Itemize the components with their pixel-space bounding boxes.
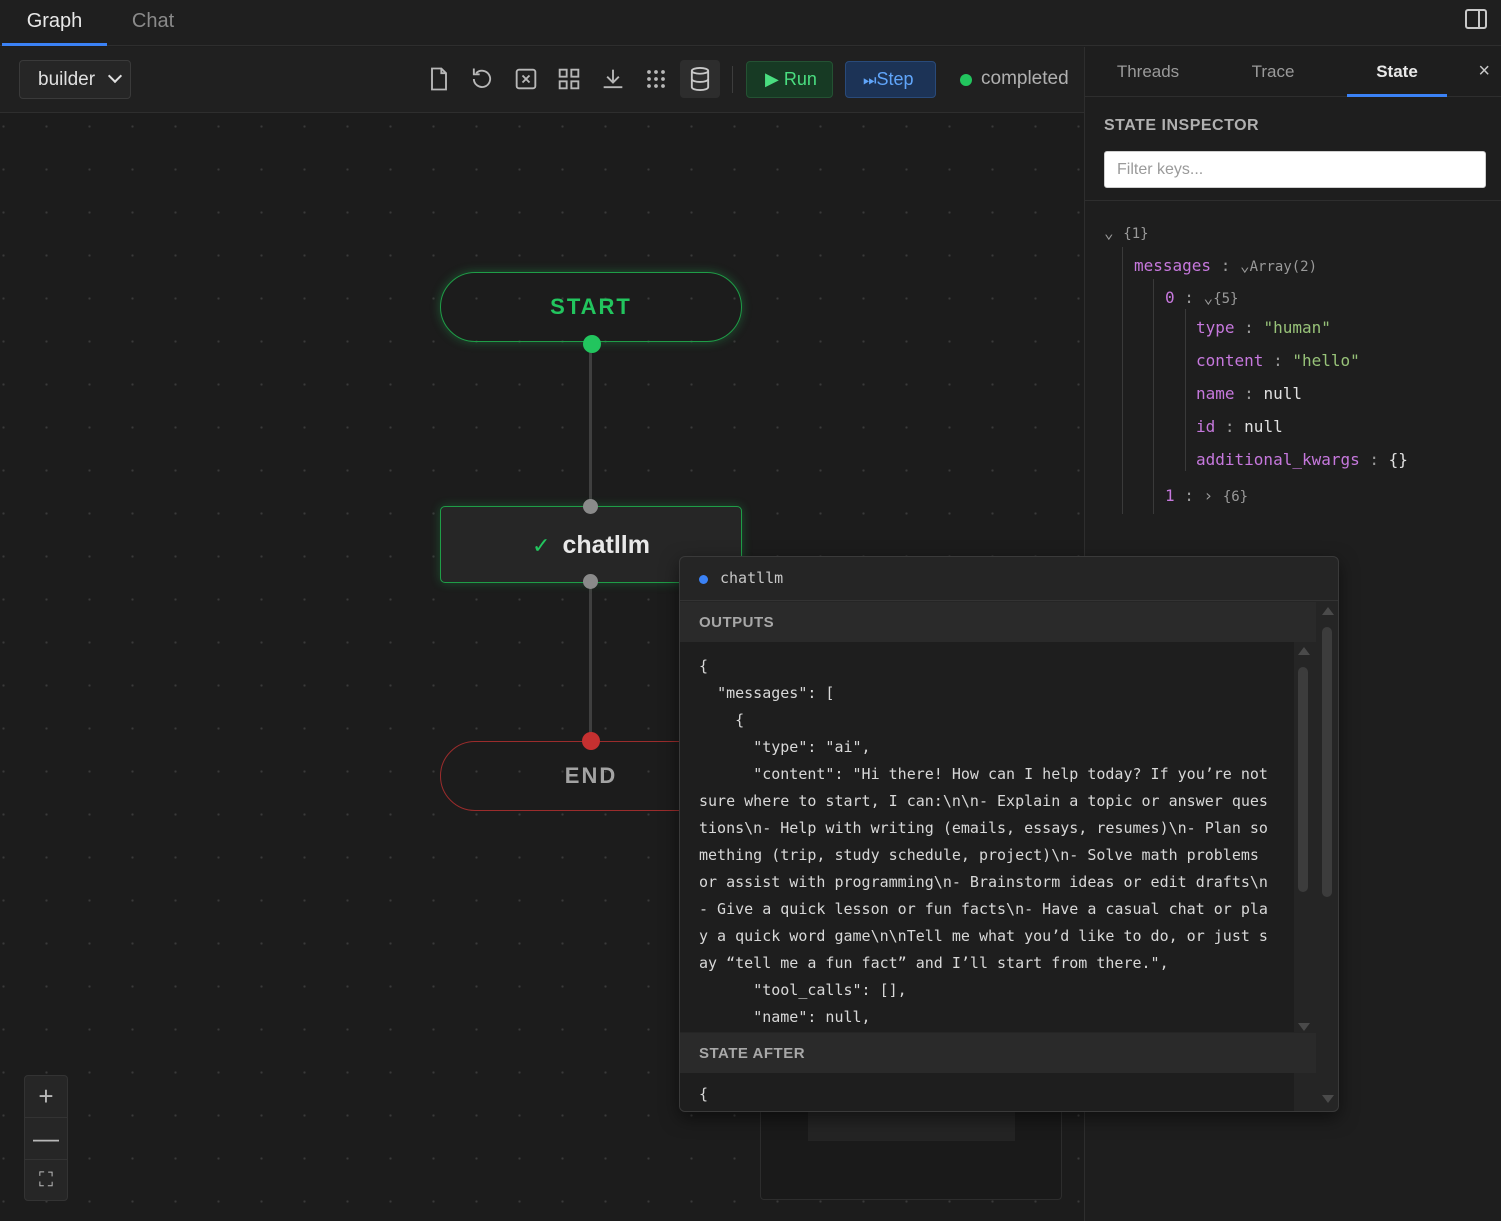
fit-view-button[interactable]: ⛶ [25,1160,67,1202]
popup-title: chatllm [720,569,784,587]
node-chatllm-label: chatllm [562,531,650,559]
zoom-in-button[interactable]: + [25,1076,67,1118]
check-icon: ✓ [532,533,551,558]
chevron-right-icon: › [1203,486,1214,505]
step-icon: ⏭ [863,72,877,89]
popup-header: chatllm [680,557,1338,601]
tab-threads[interactable]: Threads [1085,47,1211,97]
toolbar-divider [732,66,733,93]
divider [1085,200,1501,201]
tab-chat[interactable]: Chat [107,0,199,46]
clear-icon[interactable] [512,65,540,93]
tree-field: type : "human" [1196,318,1331,337]
outputs-heading: OUTPUTS [680,602,1316,642]
chevron-down-icon: ⌄ [1203,288,1214,307]
tab-trace[interactable]: Trace [1211,47,1335,97]
close-icon[interactable]: × [1478,60,1490,83]
state-inspector-title: STATE INSPECTOR [1104,117,1260,134]
tree-item-1[interactable]: 1 : › {6} [1165,486,1248,505]
filter-keys-input[interactable] [1104,151,1486,188]
tree-root[interactable]: ⌄ {1} [1104,223,1149,242]
node-start[interactable]: START [440,272,742,342]
graph-select-value: builder [38,69,96,90]
chatllm-output-handle[interactable] [583,574,598,589]
scroll-up-icon[interactable] [1298,647,1310,655]
step-label: Step [876,69,914,89]
scroll-down-icon[interactable] [1298,1023,1310,1031]
outputs-json: { "messages": [ { "type": "ai", "content… [699,657,1268,1026]
download-icon[interactable] [599,65,627,93]
node-details-popup: chatllm OUTPUTS { "messages": [ { "type"… [679,556,1339,1112]
undo-icon[interactable] [468,65,496,93]
tree-messages[interactable]: messages : ⌄Array(2) [1134,256,1317,275]
edge-start-chatllm [589,343,592,508]
outputs-code-box[interactable]: { "messages": [ { "type": "ai", "content… [680,642,1294,1032]
tree-guide [1185,309,1186,471]
chevron-down-icon [107,68,123,84]
popup-scrollbar[interactable] [1322,607,1334,1107]
zoom-out-button[interactable]: — [25,1118,67,1160]
outputs-scrollbar[interactable] [1298,647,1310,1037]
tree-guide [1122,247,1123,514]
grid-dots-icon[interactable] [642,65,670,93]
tree-item-0[interactable]: 0 : ⌄{5} [1165,288,1238,307]
status-dot-icon [960,74,972,86]
run-label: Run [783,69,817,89]
zoom-controls: + — ⛶ [24,1075,68,1201]
right-panel-tabs: Threads Trace State × [1085,47,1501,97]
step-button[interactable]: ⏭Step [845,61,936,98]
state-after-json: { [699,1085,709,1103]
tab-state[interactable]: State [1347,47,1447,97]
edge-chatllm-end [589,584,592,742]
state-after-code-box[interactable]: { [680,1073,1294,1111]
database-icon[interactable] [680,60,720,98]
play-icon: ▶ [765,69,779,89]
run-status-text: completed [981,68,1069,89]
scroll-thumb[interactable] [1298,667,1308,892]
chevron-down-icon: ⌄ [1239,256,1250,275]
file-icon[interactable] [425,65,453,93]
start-output-handle[interactable] [583,335,601,353]
end-input-handle[interactable] [582,732,600,750]
tree-field: content : "hello" [1196,351,1360,370]
node-dot-icon [699,575,708,584]
scroll-down-icon[interactable] [1322,1095,1334,1103]
top-tab-bar: Graph Chat [0,0,1501,46]
run-button[interactable]: ▶ Run [746,61,833,98]
graph-select[interactable]: builder [19,60,131,99]
chatllm-input-handle[interactable] [583,499,598,514]
layout-icon[interactable] [555,65,583,93]
tree-field: additional_kwargs : {} [1196,450,1408,469]
chevron-down-icon: ⌄ [1104,223,1114,242]
panel-toggle-icon[interactable] [1465,9,1487,29]
popup-body[interactable]: OUTPUTS { "messages": [ { "type": "ai", … [680,602,1316,1111]
tab-graph[interactable]: Graph [2,0,107,46]
tree-field: name : null [1196,384,1302,403]
scroll-thumb[interactable] [1322,627,1332,897]
state-after-heading: STATE AFTER [680,1033,1316,1073]
tree-field: id : null [1196,417,1283,436]
graph-toolbar: builder ▶ Run ⏭Step completed [0,47,1084,113]
tree-guide [1153,279,1154,514]
scroll-up-icon[interactable] [1322,607,1334,615]
